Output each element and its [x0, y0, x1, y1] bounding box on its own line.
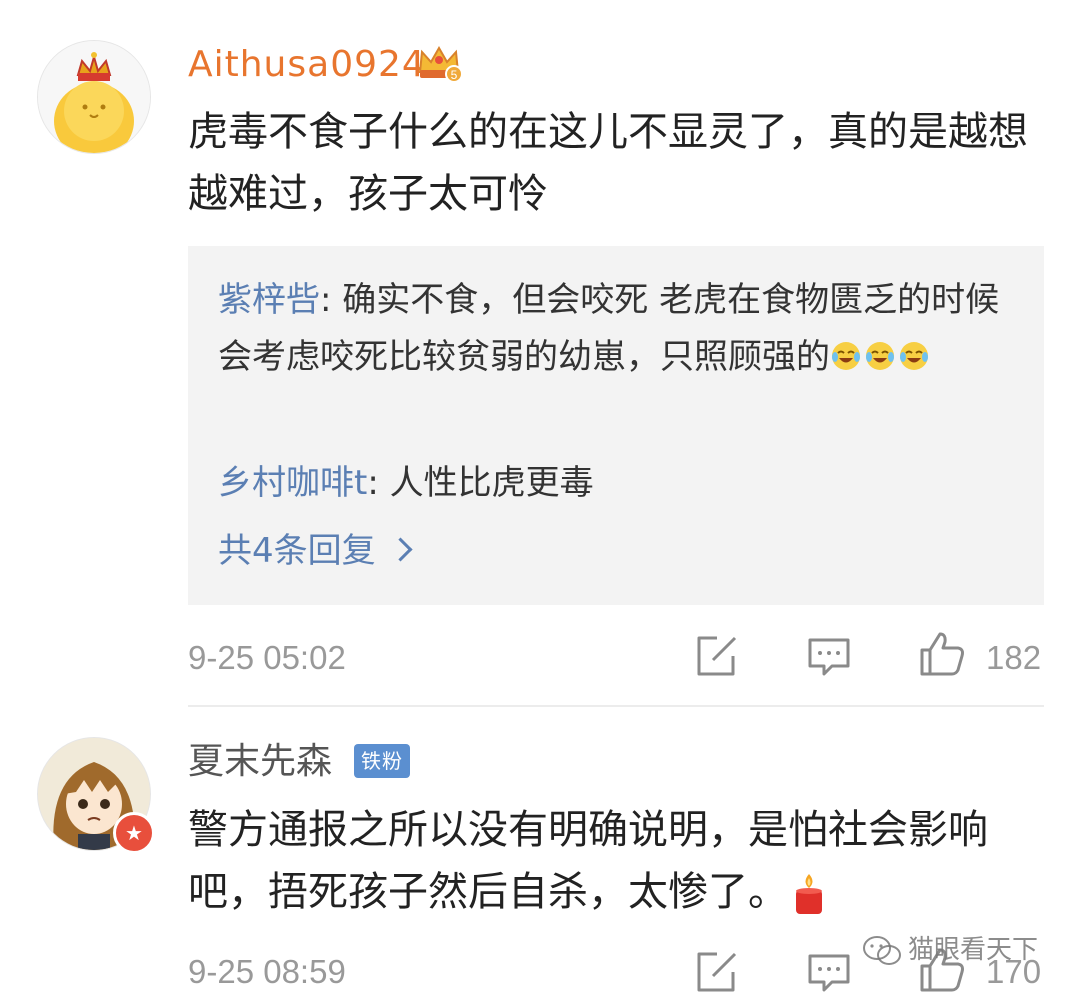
timestamp: 9-25 08:59	[188, 953, 346, 990]
reply-item: 乡村咖啡t: 人性比虎更毒	[218, 455, 1008, 512]
timestamp: 9-25 05:02	[188, 639, 346, 676]
laugh-cry-emoji	[900, 342, 928, 370]
share-icon[interactable]	[693, 634, 739, 680]
candle-emoji	[796, 874, 822, 914]
fan-badge: 铁粉	[354, 744, 410, 778]
username[interactable]: Aithusa0924	[188, 43, 426, 87]
wechat-icon	[863, 935, 901, 965]
reply-username[interactable]: 紫梓呰	[218, 280, 320, 320]
watermark-text: 猫眼看天下	[908, 935, 1039, 965]
comment-text-content: 警方通报之所以没有明确说明，是怕社会影响吧，捂死孩子然后自杀，太惨了。	[188, 807, 988, 915]
comment-item: Aithusa0924 5 虎毒不食子什么的在这儿不显灵了，真的是越想越难过，孩…	[0, 0, 1080, 705]
chevron-right-icon	[388, 537, 413, 562]
laugh-cry-emoji-group	[830, 337, 932, 377]
blob-mascot-icon	[38, 41, 150, 153]
comment-icon[interactable]	[806, 950, 852, 996]
laugh-cry-emoji	[866, 342, 894, 370]
reply-separator: :	[320, 280, 343, 320]
more-replies-label: 共4条回复	[218, 531, 376, 571]
verified-star-icon: ★	[113, 812, 155, 854]
like-thumb-icon[interactable]	[918, 630, 966, 678]
reply-text: 人性比虎更毒	[389, 463, 594, 503]
more-replies-link[interactable]: 共4条回复	[218, 526, 413, 576]
share-icon[interactable]	[693, 950, 739, 996]
avatar[interactable]	[37, 40, 151, 154]
reply-separator: :	[367, 463, 390, 503]
reply-item: 紫梓呰: 确实不食，但会咬死 老虎在食物匮乏的时候会考虑咬死比较贫弱的幼崽，只照…	[218, 272, 1008, 386]
crown-badge-icon: 5	[418, 45, 462, 83]
comment-text: 虎毒不食子什么的在这儿不显灵了，真的是越想越难过，孩子太可怜	[188, 109, 1028, 217]
comment-icon[interactable]	[806, 634, 852, 680]
laugh-cry-emoji	[832, 342, 860, 370]
like-count: 182	[986, 639, 1042, 676]
reply-box[interactable]: 紫梓呰: 确实不食，但会咬死 老虎在食物匮乏的时候会考虑咬死比较贫弱的幼崽，只照…	[188, 246, 1044, 605]
username[interactable]: 夏末先森	[188, 740, 332, 784]
comment-text: 警方通报之所以没有明确说明，是怕社会影响吧，捂死孩子然后自杀，太惨了。	[188, 799, 1048, 923]
svg-text:5: 5	[451, 68, 458, 82]
divider	[188, 705, 1044, 707]
reply-username[interactable]: 乡村咖啡t	[218, 463, 367, 503]
watermark: 猫眼看天下	[862, 928, 1038, 972]
